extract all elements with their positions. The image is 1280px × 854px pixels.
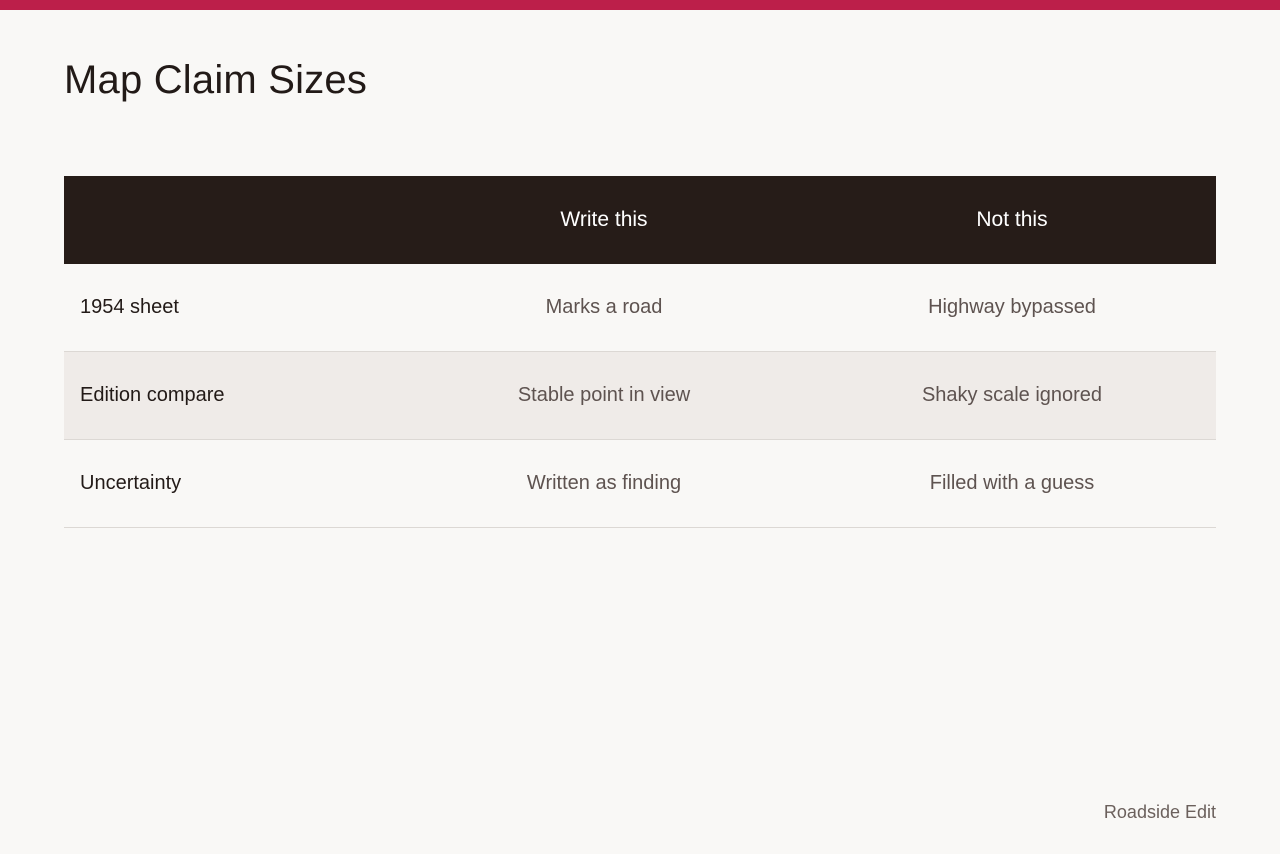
header-cell-not-this: Not this: [808, 176, 1216, 264]
table-row: 1954 sheet Marks a road Highway bypassed: [64, 264, 1216, 352]
table-row: Uncertainty Written as finding Filled wi…: [64, 439, 1216, 528]
write-this-cell: Written as finding: [400, 439, 808, 528]
write-this-cell: Stable point in view: [400, 351, 808, 440]
table-header: Write this Not this: [64, 176, 1216, 264]
not-this-cell: Highway bypassed: [808, 264, 1216, 352]
table-row: Edition compare Stable point in view Sha…: [64, 351, 1216, 440]
not-this-cell: Shaky scale ignored: [808, 351, 1216, 440]
write-this-cell: Marks a road: [400, 264, 808, 352]
accent-bar: [0, 0, 1280, 10]
row-label: Edition compare: [64, 351, 400, 440]
claim-table: Write this Not this 1954 sheet Marks a r…: [64, 176, 1216, 528]
footer-brand: Roadside Edit: [1103, 802, 1216, 822]
page-title: Map Claim Sizes: [64, 58, 368, 102]
header-cell-label: [64, 176, 400, 264]
header-cell-write-this: Write this: [400, 176, 808, 264]
not-this-cell: Filled with a guess: [808, 439, 1216, 528]
table-body: 1954 sheet Marks a road Highway bypassed…: [64, 264, 1216, 528]
row-label: Uncertainty: [64, 439, 400, 528]
row-label: 1954 sheet: [64, 264, 400, 352]
table-header-row: Write this Not this: [64, 176, 1216, 264]
